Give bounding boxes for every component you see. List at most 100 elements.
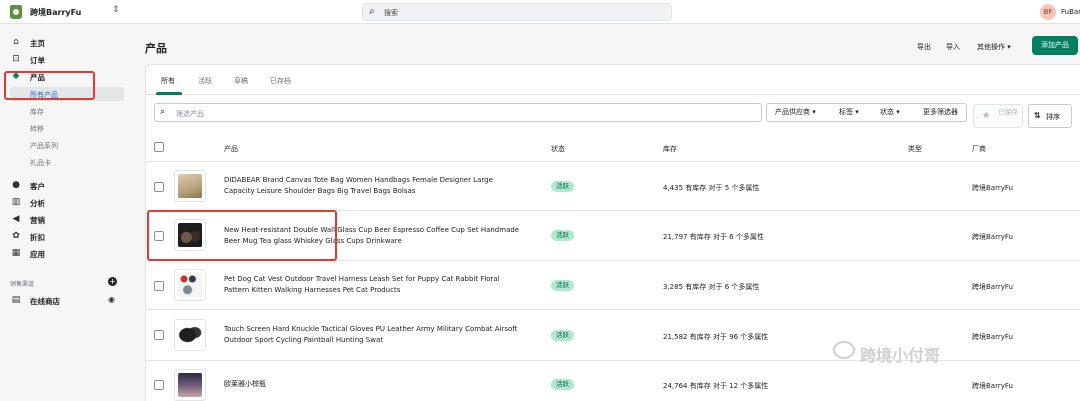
sidebar-item-label: 应用 [30, 250, 45, 259]
sidebar-item-discounts[interactable]: ✿ 折扣 [0, 228, 130, 244]
serum-bottle-image [178, 373, 202, 397]
vendor-filter-button[interactable]: 产品供应商 ▾ [766, 103, 832, 122]
sidebar-item-label: 主页 [30, 39, 45, 48]
search-placeholder: 搜索 [384, 9, 398, 17]
highlight-box-product-row [147, 210, 337, 261]
store-icon: ▤ [11, 295, 21, 305]
store-switch-icon[interactable]: ⇕ [112, 5, 120, 15]
sidebar-item-label: 客户 [30, 182, 45, 191]
eye-icon[interactable]: ◉ [108, 295, 115, 304]
column-header-status[interactable]: 状态 [551, 144, 565, 154]
filter-products-input[interactable]: ⌕ 筛选产品 [154, 103, 762, 122]
product-thumbnail[interactable] [174, 269, 206, 301]
status-badge: 活跃 [551, 181, 574, 192]
status-badge: 活跃 [551, 330, 574, 341]
row-checkbox[interactable] [154, 281, 164, 291]
product-thumbnail[interactable] [174, 170, 206, 202]
tab-archived[interactable]: 已存档 [270, 76, 291, 86]
sort-label: 排序 [1046, 113, 1060, 121]
column-header-product[interactable]: 产品 [224, 144, 238, 154]
sort-icon: ⇅ [1034, 111, 1041, 120]
tabs-bar: 所有 活跃 草稿 已存档 [146, 65, 1080, 95]
column-header-inventory[interactable]: 库存 [663, 144, 677, 154]
shopify-logo-icon[interactable] [10, 5, 22, 19]
inventory-value: 21,582 有库存 对于 96 个多属性 [663, 333, 769, 341]
sidebar-item-label: 分析 [30, 199, 45, 208]
row-checkbox[interactable] [154, 380, 164, 390]
sales-channels-label: 销售渠道 [10, 281, 35, 288]
tactical-gloves-image [178, 323, 202, 347]
discount-icon: ✿ [12, 231, 20, 241]
vendor-value: 跨境BarryFu [972, 283, 1013, 291]
sidebar-item-orders[interactable]: ⊡ 订单 [0, 51, 130, 67]
vendor-value: 跨境BarryFu [972, 184, 1013, 192]
sidebar-subitem-gift-cards[interactable]: 礼品卡 [10, 155, 124, 169]
import-button[interactable]: 导入 [946, 42, 960, 52]
sidebar-item-label: 折扣 [30, 233, 45, 242]
avatar[interactable]: BF [1040, 4, 1056, 20]
product-name-link[interactable]: 欧莱雅小棕瓶 [224, 379, 524, 390]
sidebar-subitem-collections[interactable]: 产品系列 [10, 138, 124, 152]
column-header-vendor[interactable]: 厂商 [972, 144, 986, 154]
pet-harness-image [178, 273, 202, 297]
table-row[interactable]: Pet Dog Cat Vest Outdoor Travel Harness … [146, 261, 1080, 310]
more-actions-button[interactable]: 其他操作 ▾ [977, 42, 1011, 52]
table-row[interactable]: DIDABEAR Brand Canvas Tote Bag Women Han… [146, 162, 1080, 211]
megaphone-icon: ◀ [12, 214, 20, 224]
page-title: 产品 [145, 42, 167, 55]
inventory-value: 4,435 有库存 对于 5 个多属性 [663, 184, 760, 192]
product-name-link[interactable]: Touch Screen Hard Knuckle Tactical Glove… [224, 324, 524, 346]
user-name[interactable]: FuBarry [1061, 8, 1080, 16]
sidebar-item-home[interactable]: ⌂ 主页 [0, 34, 130, 50]
tab-all[interactable]: 所有 [161, 76, 175, 86]
product-thumbnail[interactable] [174, 369, 206, 401]
search-icon: ⌕ [160, 107, 166, 117]
add-product-button[interactable]: 添加产品 [1032, 36, 1078, 55]
status-badge: 活跃 [551, 230, 574, 241]
sidebar-item-label: 在线商店 [30, 297, 60, 306]
sidebar-item-label: 订单 [30, 56, 45, 65]
person-icon: ● [12, 180, 20, 190]
select-all-checkbox[interactable] [154, 142, 164, 152]
apps-grid-icon: ▦ [11, 248, 21, 258]
product-name-link[interactable]: Pet Dog Cat Vest Outdoor Travel Harness … [224, 274, 524, 296]
table-row[interactable]: 欧莱雅小棕瓶 活跃 24,764 有库存 对于 12 个多属性 跨境BarryF… [146, 361, 1080, 401]
row-checkbox[interactable] [154, 182, 164, 192]
sort-button[interactable]: ⇅ 排序 [1028, 104, 1072, 128]
more-filters-button[interactable]: 更多筛选器 [915, 103, 967, 122]
tab-active[interactable]: 活跃 [198, 76, 212, 86]
inventory-value: 3,285 有库存 对于 6 个多属性 [663, 283, 760, 291]
sidebar-item-marketing[interactable]: ◀ 营销 [0, 211, 130, 227]
vendor-value: 跨境BarryFu [972, 233, 1013, 241]
sidebar-item-label: 营销 [30, 216, 45, 225]
sidebar-subitem-label: 礼品卡 [30, 159, 51, 167]
vendor-value: 跨境BarryFu [972, 382, 1013, 390]
wechat-logo-icon [833, 341, 855, 359]
sidebar-subitem-transfers[interactable]: 转移 [10, 121, 124, 135]
product-thumbnail[interactable] [174, 319, 206, 351]
tote-bag-image [178, 174, 202, 198]
home-icon: ⌂ [13, 37, 19, 47]
product-name-link[interactable]: DIDABEAR Brand Canvas Tote Bag Women Han… [224, 175, 524, 197]
sidebar-subitem-label: 转移 [30, 125, 44, 133]
inventory-value: 24,764 有库存 对于 12 个多属性 [663, 382, 769, 390]
row-checkbox[interactable] [154, 330, 164, 340]
export-button[interactable]: 导出 [917, 42, 931, 52]
store-name[interactable]: 跨境BarryFu [30, 7, 81, 18]
sidebar-item-apps[interactable]: ▦ 应用 [0, 245, 130, 261]
sidebar-subitem-label: 产品系列 [30, 142, 58, 150]
status-badge: 活跃 [551, 280, 574, 291]
tab-draft[interactable]: 草稿 [234, 76, 248, 86]
sidebar-subitem-inventory[interactable]: 库存 [10, 104, 124, 118]
inventory-value: 21,797 有库存 对于 6 个多属性 [663, 233, 764, 241]
tags-filter-button[interactable]: 标签 ▾ [831, 103, 873, 122]
sidebar-item-customers[interactable]: ● 客户 [0, 177, 130, 193]
filter-placeholder: 筛选产品 [176, 110, 204, 118]
saved-label: 已保存 [998, 108, 1018, 116]
add-channel-plus-icon[interactable]: + [108, 277, 117, 286]
watermark-text: 跨境小付哥 [860, 346, 941, 365]
status-filter-button[interactable]: 状态 ▾ [872, 103, 916, 122]
column-header-type[interactable]: 类型 [908, 144, 922, 154]
sidebar-item-analytics[interactable]: ▥ 分析 [0, 194, 130, 210]
global-search-input[interactable]: ⌕ 搜索 [362, 3, 672, 21]
